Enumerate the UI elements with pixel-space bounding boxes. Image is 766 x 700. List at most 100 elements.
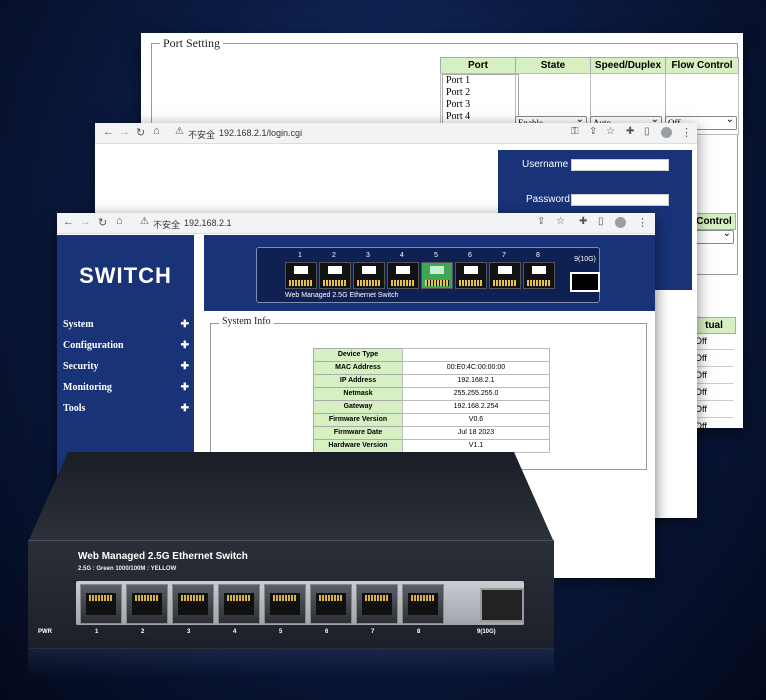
plus-icon[interactable]: ✚ xyxy=(181,319,189,330)
hw-port-label: 6 xyxy=(325,629,329,635)
column-header-speed-duplex: Speed/Duplex xyxy=(590,57,666,74)
menu-icon[interactable]: ⋮ xyxy=(637,216,648,229)
port-5-icon[interactable] xyxy=(421,262,453,289)
sfp-label: 9(10G) xyxy=(574,256,596,263)
hw-port-icon xyxy=(402,584,444,624)
nav-item-tools[interactable]: Tools ✚ xyxy=(63,403,189,414)
nav-label: Configuration xyxy=(63,340,124,351)
star-icon[interactable]: ☆ xyxy=(556,216,565,227)
password-input[interactable] xyxy=(571,194,669,206)
switch-panel-header: 1 2 3 4 5 6 7 8 9(10G) Web Managed 2.5G … xyxy=(204,235,655,311)
pwr-label: PWR xyxy=(38,629,52,635)
info-key: Gateway xyxy=(313,400,403,414)
home-icon[interactable]: ⌂ xyxy=(116,215,123,227)
plus-icon[interactable]: ✚ xyxy=(181,340,189,351)
hw-port-label: 2 xyxy=(141,629,145,635)
hw-port-label: 8 xyxy=(417,629,421,635)
device-title: Web Managed 2.5G Ethernet Switch xyxy=(78,551,248,562)
username-label: Username xyxy=(522,159,569,170)
device-reflection xyxy=(28,648,554,678)
plus-icon[interactable]: ✚ xyxy=(181,403,189,414)
forward-icon[interactable]: → xyxy=(119,126,130,138)
menu-icon[interactable]: ⋮ xyxy=(681,126,692,139)
hw-port-icon xyxy=(80,584,122,624)
key-icon[interactable]: ⚿ xyxy=(571,126,579,137)
port-3-icon[interactable] xyxy=(353,262,385,289)
password-label: Password xyxy=(526,194,570,205)
flow-control-select-2[interactable] xyxy=(692,228,734,244)
device-top-panel xyxy=(28,452,554,542)
nav-item-system[interactable]: System ✚ xyxy=(63,319,189,330)
address-bar[interactable]: 192.168.2.1 xyxy=(184,218,232,228)
actual-header: tual xyxy=(692,317,736,334)
port-setting-legend: Port Setting xyxy=(160,36,224,51)
port-number: 3 xyxy=(366,252,370,259)
browser-toolbar: ← → ↻ ⌂ ⚠ 不安全 | 192.168.2.1 ⇪ ☆ ✚ ▯ ⋮ xyxy=(57,213,655,234)
hw-port-icon xyxy=(310,584,352,624)
port-option[interactable]: Port 1 xyxy=(446,75,518,87)
port-number: 7 xyxy=(502,252,506,259)
info-value: 00:E0:4C:00:00:00 xyxy=(402,361,550,375)
brand-logo: SWITCH xyxy=(79,263,172,288)
actual-value: Off xyxy=(692,384,734,401)
system-info-fieldset: System Info Device Type MAC Address 00:E… xyxy=(210,316,647,470)
sfp-port-icon[interactable] xyxy=(570,272,600,292)
port-4-icon[interactable] xyxy=(387,262,419,289)
actual-values: Off Off Off Off Off Off xyxy=(692,333,734,434)
info-key: Firmware Version xyxy=(313,413,403,427)
hw-sfp-label: 9(10G) xyxy=(477,629,496,635)
port-option[interactable]: Port 3 xyxy=(446,99,518,111)
info-key: MAC Address xyxy=(313,361,403,375)
info-key: Netmask xyxy=(313,387,403,401)
extensions-icon[interactable]: ✚ xyxy=(579,216,587,227)
nav-item-configuration[interactable]: Configuration ✚ xyxy=(63,340,189,351)
port-2-icon[interactable] xyxy=(319,262,351,289)
hw-port-icon xyxy=(172,584,214,624)
hw-sfp-port-icon xyxy=(480,588,524,622)
nav-label: Monitoring xyxy=(63,382,112,393)
column-header-flow-control: Flow Control xyxy=(665,57,739,74)
back-icon[interactable]: ← xyxy=(63,216,74,228)
hw-port-icon xyxy=(356,584,398,624)
port-6-icon[interactable] xyxy=(455,262,487,289)
hw-port-label: 1 xyxy=(95,629,99,635)
reload-icon[interactable]: ↻ xyxy=(98,216,107,229)
info-value: 255.255.255.0 xyxy=(402,387,550,401)
extensions-icon[interactable]: ✚ xyxy=(626,126,634,137)
port-8-icon[interactable] xyxy=(523,262,555,289)
reload-icon[interactable]: ↻ xyxy=(136,126,145,139)
back-icon[interactable]: ← xyxy=(103,126,114,138)
device-led-legend: 2.5G : Green 1000/100M : YELLOW xyxy=(78,566,177,572)
home-icon[interactable]: ⌂ xyxy=(153,125,160,137)
sidepanel-icon[interactable]: ▯ xyxy=(644,126,650,137)
plus-icon[interactable]: ✚ xyxy=(181,382,189,393)
warning-icon: ⚠ xyxy=(175,126,184,137)
port-1-icon[interactable] xyxy=(285,262,317,289)
info-key: Firmware Date xyxy=(313,426,403,440)
nav-item-monitoring[interactable]: Monitoring ✚ xyxy=(63,382,189,393)
star-icon[interactable]: ☆ xyxy=(606,126,615,137)
nav-label: Security xyxy=(63,361,99,372)
hw-port-label: 4 xyxy=(233,629,237,635)
system-info-legend: System Info xyxy=(219,316,274,327)
port-7-icon[interactable] xyxy=(489,262,521,289)
share-icon[interactable]: ⇪ xyxy=(537,216,545,227)
profile-avatar[interactable] xyxy=(615,217,626,228)
hw-port-icon xyxy=(126,584,168,624)
url-divider: | xyxy=(211,128,214,138)
address-bar[interactable]: 192.168.2.1/login.cgi xyxy=(219,128,302,138)
share-icon[interactable]: ⇪ xyxy=(589,126,597,137)
port-option[interactable]: Port 4 xyxy=(446,111,518,123)
info-key: Device Type xyxy=(313,348,403,362)
hardware-switch: Web Managed 2.5G Ethernet Switch 2.5G : … xyxy=(28,452,554,649)
nav-item-security[interactable]: Security ✚ xyxy=(63,361,189,372)
profile-avatar[interactable] xyxy=(661,127,672,138)
plus-icon[interactable]: ✚ xyxy=(181,361,189,372)
username-input[interactable] xyxy=(571,159,669,171)
sidepanel-icon[interactable]: ▯ xyxy=(598,216,604,227)
port-option[interactable]: Port 2 xyxy=(446,87,518,99)
column-header-state: State xyxy=(515,57,591,74)
actual-value: Off xyxy=(695,421,707,431)
actual-value: Off xyxy=(692,333,734,350)
forward-icon[interactable]: → xyxy=(80,216,91,228)
